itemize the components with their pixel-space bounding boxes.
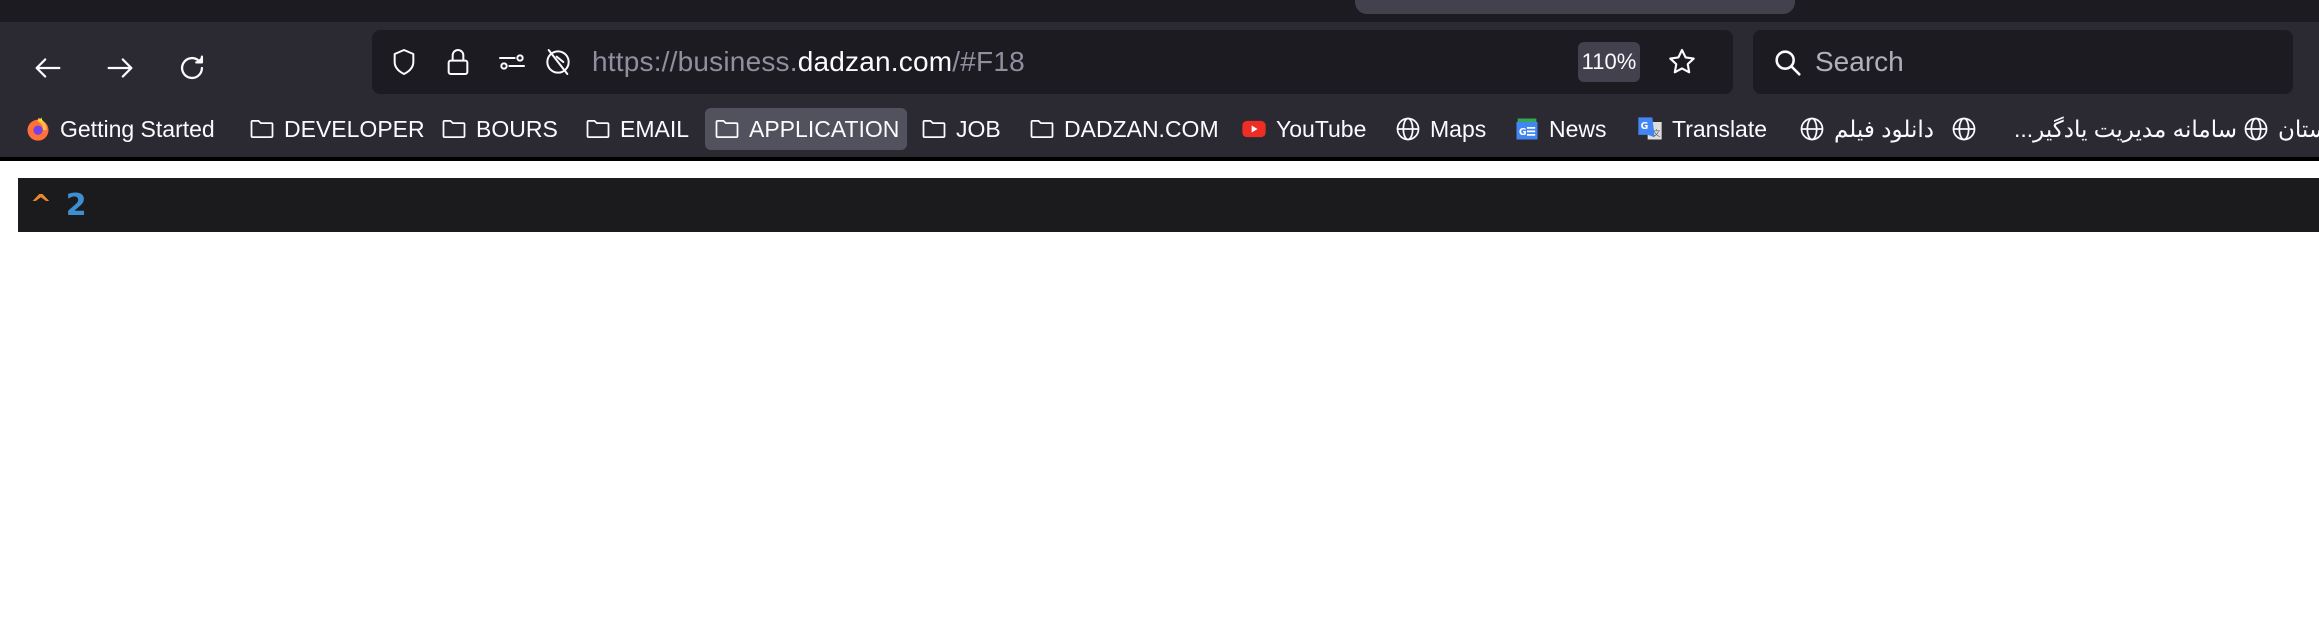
reload-button[interactable] — [170, 46, 214, 90]
back-button[interactable] — [26, 46, 70, 90]
bookmark-folder-job[interactable]: JOB — [912, 108, 1009, 150]
star-icon — [1669, 48, 1695, 74]
search-placeholder: Search — [1815, 46, 1904, 77]
bookmark-label: ستان — [2278, 115, 2319, 142]
bookmark-translate[interactable]: G文 Translate — [1628, 108, 1775, 150]
folder-icon — [440, 115, 468, 143]
bookmark-label: دانلود فیلم — [1834, 115, 1935, 142]
lock-icon — [447, 49, 469, 75]
bookmark-label: JOB — [956, 115, 1001, 142]
reload-icon — [180, 55, 204, 80]
bookmark-folder-developer[interactable]: DEVELOPER — [240, 108, 433, 150]
folder-icon — [248, 115, 276, 143]
bookmark-label: News — [1549, 115, 1607, 142]
bookmark-maps[interactable]: Maps — [1386, 108, 1494, 150]
bookmark-label: Maps — [1430, 115, 1487, 142]
bookmark-getting-started[interactable]: Getting Started — [16, 108, 223, 150]
globe-icon — [1394, 115, 1422, 143]
svg-text:G: G — [1641, 121, 1649, 132]
forward-button[interactable] — [98, 46, 142, 90]
google-translate-icon: G文 — [1636, 115, 1664, 143]
autoplay-blocked-button[interactable] — [540, 44, 576, 80]
folder-icon — [584, 115, 612, 143]
bookmark-label: DADZAN.COM — [1064, 115, 1219, 142]
svg-text:文: 文 — [1652, 128, 1660, 138]
bookmark-overflow[interactable]: ستان — [2234, 108, 2319, 150]
youtube-icon — [1240, 115, 1268, 143]
page-content: ^ 2 — [0, 161, 2319, 624]
browser-tab[interactable] — [1355, 0, 1795, 14]
bookmarks-toolbar: Getting Started DEVELOPER BOURS EMAIL AP… — [0, 100, 2319, 157]
autoplay-blocked-icon — [546, 49, 570, 75]
arrow-left-icon — [35, 58, 61, 78]
bookmark-youtube[interactable]: YouTube — [1232, 108, 1374, 150]
bookmark-star-button[interactable] — [1664, 44, 1700, 80]
arrow-right-icon — [107, 58, 133, 78]
collapsible-header[interactable]: ^ 2 — [18, 178, 2319, 232]
url-host: dadzan.com — [797, 46, 953, 77]
bookmark-label: YouTube — [1276, 115, 1367, 142]
bookmark-news[interactable]: G News — [1505, 108, 1615, 150]
permissions-button[interactable] — [494, 44, 530, 80]
bookmark-label: EMAIL — [620, 115, 690, 142]
bookmark-label: APPLICATION — [749, 115, 900, 142]
url-path: /#F18 — [952, 46, 1025, 77]
bookmark-folder-dadzan[interactable]: DADZAN.COM — [1020, 108, 1227, 150]
bookmark-folder-email[interactable]: EMAIL — [576, 108, 697, 150]
url-text[interactable]: https://business.dadzan.com/#F18 — [592, 30, 1025, 94]
site-security-button[interactable] — [440, 44, 476, 80]
folder-icon — [1028, 115, 1056, 143]
bookmark-label: سامانه مدیریت یادگیر... — [2014, 115, 2237, 142]
bookmark-label: Getting Started — [60, 115, 215, 142]
search-bar[interactable]: Search — [1753, 30, 2293, 94]
firefox-icon — [24, 115, 52, 143]
navigation-toolbar: https://business.dadzan.com/#F18 110% Se… — [0, 22, 2319, 100]
url-scheme: https://business. — [592, 46, 798, 77]
bookmark-label: DEVELOPER — [284, 115, 425, 142]
bookmark-folder-application[interactable]: APPLICATION — [705, 108, 908, 150]
tracking-protection-button[interactable] — [386, 44, 422, 80]
bookmark-folder-bours[interactable]: BOURS — [432, 108, 566, 150]
collapse-caret-icon[interactable]: ^ — [30, 190, 52, 220]
globe-icon — [1798, 115, 1826, 143]
shield-icon — [393, 49, 415, 75]
sliders-icon — [499, 54, 525, 70]
item-count: 2 — [65, 187, 87, 223]
folder-icon — [920, 115, 948, 143]
bookmark-label: Translate — [1672, 115, 1768, 142]
globe-icon — [2242, 115, 2270, 143]
folder-icon — [713, 115, 741, 143]
address-bar[interactable]: https://business.dadzan.com/#F18 110% — [372, 30, 1733, 94]
globe-icon — [1950, 115, 1978, 143]
bookmark-learning-system[interactable]: سامانه مدیریت یادگیر... — [1942, 108, 2245, 150]
svg-text:G: G — [1519, 127, 1527, 138]
tab-strip — [0, 0, 2319, 22]
zoom-level-button[interactable]: 110% — [1578, 42, 1640, 82]
bookmark-film-download[interactable]: دانلود فیلم — [1790, 108, 1942, 150]
google-news-icon: G — [1513, 115, 1541, 143]
search-icon — [1775, 50, 1801, 76]
bookmark-label: BOURS — [476, 115, 558, 142]
